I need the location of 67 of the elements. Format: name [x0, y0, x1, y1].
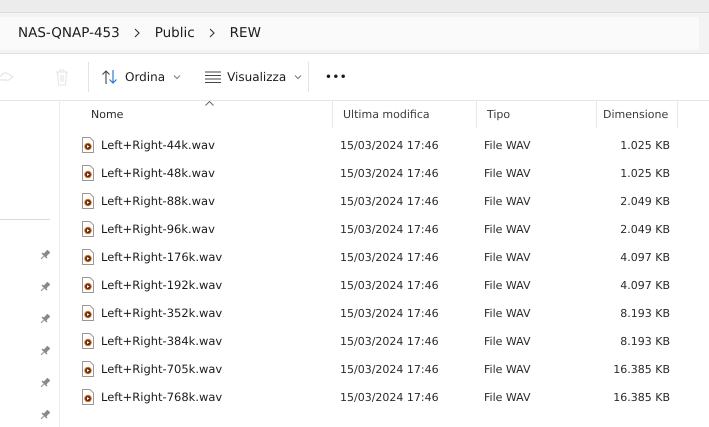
audio-file-icon [82, 193, 94, 209]
table-cell: File WAV [484, 166, 531, 180]
table-cell[interactable]: Left+Right-96k.wav [101, 222, 215, 236]
table-cell[interactable]: Left+Right-176k.wav [101, 250, 222, 264]
table-cell[interactable]: Left+Right-192k.wav [101, 278, 222, 292]
audio-file-icon [82, 361, 94, 377]
table-cell[interactable]: Left+Right-352k.wav [101, 306, 222, 320]
table-cell: File WAV [484, 362, 531, 376]
table-cell: 8.193 KB [620, 334, 670, 348]
breadcrumb-item[interactable]: Public [154, 25, 195, 41]
breadcrumb-item[interactable]: NAS-QNAP-453 [18, 25, 120, 41]
table-cell[interactable]: Left+Right-88k.wav [101, 194, 215, 208]
sort-button[interactable]: Ordina [95, 65, 188, 89]
view-button[interactable]: Visualizza [199, 66, 308, 88]
table-cell: File WAV [484, 278, 531, 292]
column-header[interactable]: Dimensione [597, 101, 678, 128]
table-cell: 16.385 KB [613, 362, 670, 376]
column-header[interactable]: Ultima modifica [333, 101, 477, 128]
list-view-icon [205, 71, 222, 83]
table-cell[interactable]: Left+Right-44k.wav [101, 138, 215, 152]
table-cell: 1.025 KB [620, 166, 670, 180]
table-cell: 15/03/2024 17:46 [340, 278, 439, 292]
table-cell: File WAV [484, 334, 531, 348]
caret-icon [173, 74, 182, 80]
table-cell: File WAV [484, 138, 531, 152]
column-header[interactable]: Nome [81, 101, 333, 128]
column-header[interactable]: Tipo [477, 101, 597, 128]
chevron-icon [208, 28, 216, 38]
table-cell: 8.193 KB [620, 306, 670, 320]
table-cell: 15/03/2024 17:46 [340, 138, 439, 152]
table-cell: File WAV [484, 250, 531, 264]
table-cell: File WAV [484, 306, 531, 320]
table-cell: 15/03/2024 17:46 [340, 250, 439, 264]
table-cell: 15/03/2024 17:46 [340, 390, 439, 404]
table-cell: 1.025 KB [620, 138, 670, 152]
more-button[interactable]: ••• [319, 68, 354, 86]
table-cell: File WAV [484, 390, 531, 404]
audio-file-icon [82, 137, 94, 153]
table-cell: File WAV [484, 222, 531, 236]
audio-file-icon [82, 165, 94, 181]
table-cell: 15/03/2024 17:46 [340, 362, 439, 376]
table-cell: 4.097 KB [620, 250, 670, 264]
caret-icon [294, 74, 302, 80]
table-cell: 16.385 KB [613, 390, 670, 404]
audio-file-icon [82, 333, 94, 349]
audio-file-icon [82, 305, 94, 321]
audio-file-icon [82, 221, 94, 237]
table-cell: 15/03/2024 17:46 [340, 222, 439, 236]
table-cell: 15/03/2024 17:46 [340, 334, 439, 348]
breadcrumb-item[interactable]: REW [230, 25, 261, 41]
table-cell: 15/03/2024 17:46 [340, 166, 439, 180]
trash-icon [54, 68, 70, 86]
table-cell[interactable]: Left+Right-48k.wav [101, 166, 215, 180]
table-cell[interactable]: Left+Right-384k.wav [101, 334, 222, 348]
table-cell[interactable]: Left+Right-768k.wav [101, 390, 222, 404]
sort-icon [101, 69, 119, 85]
audio-file-icon [82, 249, 94, 265]
table-cell: 2.049 KB [620, 194, 670, 208]
audio-file-icon [82, 389, 94, 405]
table-cell: File WAV [484, 194, 531, 208]
chevron-icon [132, 28, 141, 38]
table-cell: 15/03/2024 17:46 [340, 194, 439, 208]
table-cell: 15/03/2024 17:46 [340, 306, 439, 320]
table-cell: 4.097 KB [620, 278, 670, 292]
table-cell[interactable]: Left+Right-705k.wav [101, 362, 222, 376]
table-cell: 2.049 KB [620, 222, 670, 236]
audio-file-icon [82, 277, 94, 293]
